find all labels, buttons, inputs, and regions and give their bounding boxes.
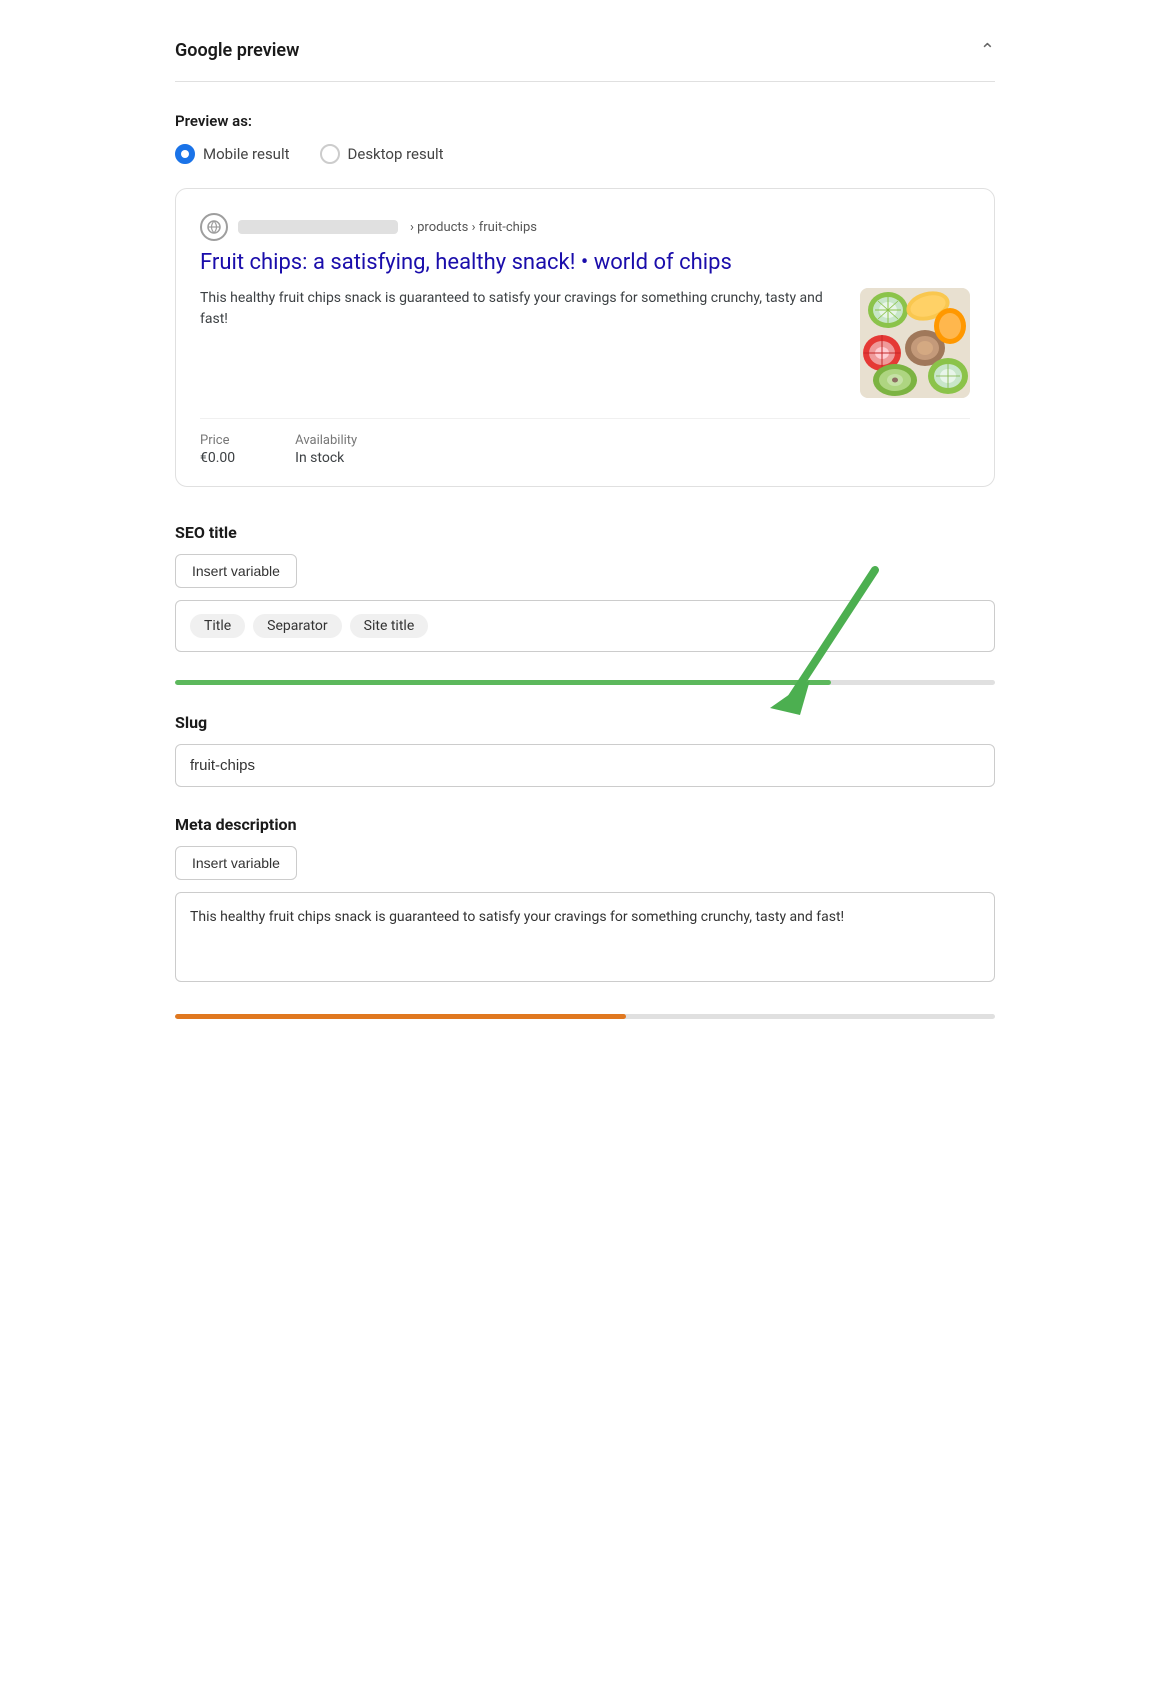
meta-description-progress-bar [175, 1014, 995, 1019]
desktop-result-label: Desktop result [348, 145, 444, 163]
meta-description-label: Meta description [175, 815, 995, 834]
preview-meta: Price €0.00 Availability In stock [200, 418, 970, 466]
slug-section: Slug [175, 713, 995, 787]
desktop-result-option[interactable]: Desktop result [320, 144, 444, 164]
seo-title-progress-bar [175, 680, 995, 685]
mobile-result-option[interactable]: Mobile result [175, 144, 290, 164]
price-group: Price €0.00 [200, 433, 235, 466]
seo-title-label: SEO title [175, 523, 995, 542]
preview-as-group: Mobile result Desktop result [175, 144, 995, 164]
url-path: › products › fruit-chips [410, 220, 537, 235]
collapse-icon[interactable]: ⌃ [980, 40, 995, 61]
meta-insert-variable-button[interactable]: Insert variable [175, 846, 297, 880]
preview-description: This healthy fruit chips snack is guaran… [200, 288, 844, 398]
section-title: Google preview [175, 40, 299, 61]
slug-input[interactable] [175, 744, 995, 787]
availability-label: Availability [295, 433, 357, 448]
mobile-result-label: Mobile result [203, 145, 290, 163]
preview-image [860, 288, 970, 398]
seo-title-section: SEO title Insert variable Title Separato… [175, 523, 995, 652]
price-label: Price [200, 433, 235, 448]
tag-site-title: Site title [350, 614, 429, 638]
meta-description-section: Meta description Insert variable This he… [175, 815, 995, 986]
preview-url-row: › products › fruit-chips [200, 213, 970, 241]
seo-insert-variable-button[interactable]: Insert variable [175, 554, 297, 588]
desktop-radio[interactable] [320, 144, 340, 164]
meta-description-progress-fill [175, 1014, 626, 1019]
tag-separator: Separator [253, 614, 341, 638]
google-preview-card: › products › fruit-chips Fruit chips: a … [175, 188, 995, 487]
seo-title-progress-wrapper [175, 680, 995, 685]
availability-value: In stock [295, 450, 357, 466]
preview-title: Fruit chips: a satisfying, healthy snack… [200, 249, 970, 278]
google-preview-section-header: Google preview ⌃ [175, 40, 995, 82]
seo-title-input[interactable]: Title Separator Site title [175, 600, 995, 652]
meta-description-input[interactable]: This healthy fruit chips snack is guaran… [175, 892, 995, 982]
availability-group: Availability In stock [295, 433, 357, 466]
globe-icon [200, 213, 228, 241]
url-bar-placeholder [238, 220, 398, 234]
slug-label: Slug [175, 713, 995, 732]
preview-as-label: Preview as: [175, 112, 995, 130]
preview-content-row: This healthy fruit chips snack is guaran… [200, 288, 970, 398]
tag-title: Title [190, 614, 245, 638]
price-value: €0.00 [200, 450, 235, 466]
seo-title-progress-fill [175, 680, 831, 685]
mobile-radio[interactable] [175, 144, 195, 164]
